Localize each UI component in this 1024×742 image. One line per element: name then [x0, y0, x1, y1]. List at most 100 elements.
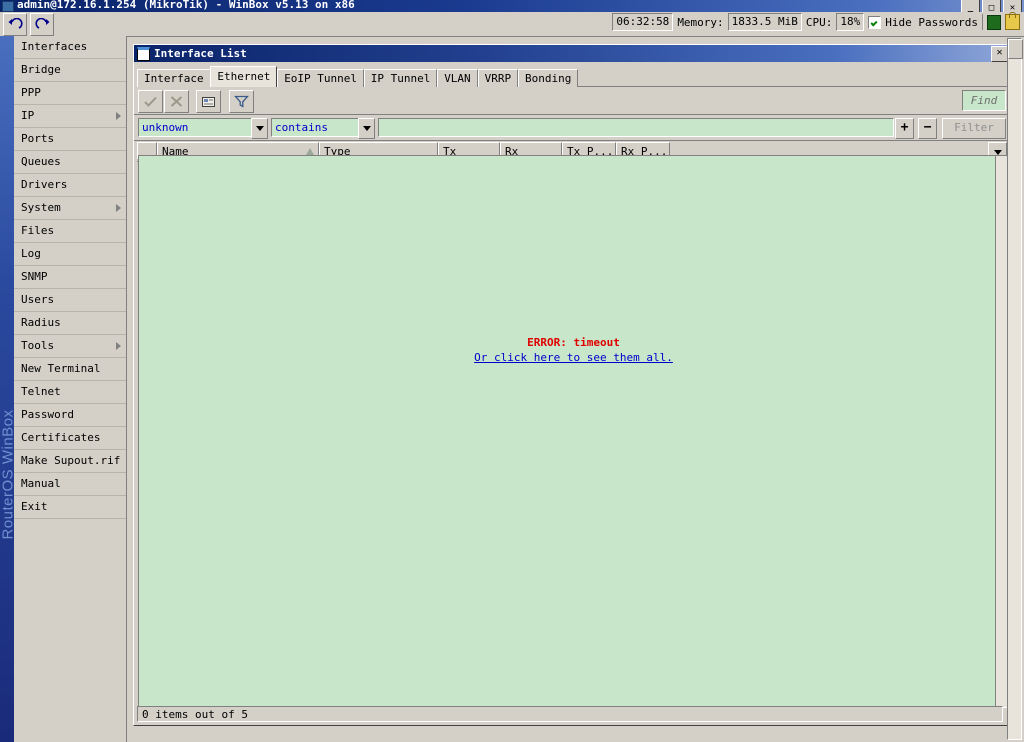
chevron-right-icon [116, 112, 121, 120]
memory-value: 1833.5 MiB [727, 13, 802, 31]
sidebar-item-label: System [21, 201, 61, 214]
sidebar-item-bridge[interactable]: Bridge [14, 59, 126, 82]
window-controls: _ □ ✕ [961, 0, 1022, 12]
cpu-label: CPU: [805, 15, 833, 29]
sidebar-item-manual[interactable]: Manual [14, 473, 126, 496]
comment-button[interactable] [196, 90, 221, 113]
sidebar-item-label: Ports [21, 132, 55, 145]
tab-ip-tunnel[interactable]: IP Tunnel [363, 69, 438, 87]
sidebar-item-label: Telnet [21, 385, 61, 398]
sort-ascending-icon [306, 148, 314, 155]
filter-term-input[interactable] [378, 118, 894, 137]
sidebar-item-radius[interactable]: Radius [14, 312, 126, 335]
sidebar-item-make-supout-rif[interactable]: Make Supout.rif [14, 450, 126, 473]
sidebar-item-users[interactable]: Users [14, 289, 126, 312]
sidebar-item-ip[interactable]: IP [14, 105, 126, 128]
sidebar-item-ports[interactable]: Ports [14, 128, 126, 151]
sidebar-item-ppp[interactable]: PPP [14, 82, 126, 105]
chevron-down-icon [993, 149, 1002, 155]
sidebar-item-label: Radius [21, 316, 61, 329]
tab-bonding[interactable]: Bonding [518, 69, 579, 87]
comment-icon [202, 97, 215, 107]
error-text: ERROR: timeout [527, 336, 620, 349]
main-toolbar: 06:32:58 Memory: 1833.5 MiB CPU: 18% Hid… [0, 12, 1024, 37]
status-indicators: 06:32:58 Memory: 1833.5 MiB CPU: 18% Hid… [612, 12, 1020, 31]
interface-list-window: Interface List ✕ Interface Ethernet EoIP T… [133, 44, 1011, 726]
redo-icon[interactable] [30, 12, 54, 36]
disable-button[interactable] [164, 90, 189, 113]
window-title: admin@172.16.1.254 (MikroTik) - WinBox v… [17, 0, 355, 11]
sidebar-item-interfaces[interactable]: Interfaces [14, 36, 126, 59]
memory-label: Memory: [677, 15, 724, 29]
sidebar-item-label: Password [21, 408, 74, 421]
sidebar-item-label: Queues [21, 155, 61, 168]
sidebar-item-snmp[interactable]: SNMP [14, 266, 126, 289]
sidebar-item-exit[interactable]: Exit [14, 496, 126, 519]
show-all-link[interactable]: Or click here to see them all. [474, 351, 673, 364]
chevron-down-icon [255, 126, 264, 131]
hide-passwords-label: Hide Passwords [885, 15, 978, 29]
sidebar-item-label: New Terminal [21, 362, 101, 375]
sidebar-menu: Interfaces Bridge PPP IP Ports Queues Drivers S… [14, 36, 127, 742]
green-square-icon [987, 14, 1001, 30]
remove-filter-button[interactable]: − [918, 118, 937, 139]
sidebar-item-label: Exit [21, 500, 48, 513]
clock-display: 06:32:58 [612, 13, 674, 31]
app-icon [2, 0, 14, 12]
sidebar-item-files[interactable]: Files [14, 220, 126, 243]
interface-list-body[interactable]: ERROR: timeout Or click here to see them… [138, 155, 1009, 708]
cross-icon [170, 96, 183, 107]
filter-property-dropdown[interactable] [251, 118, 268, 139]
sidebar-item-password[interactable]: Password [14, 404, 126, 427]
interface-window-close-button[interactable]: ✕ [991, 46, 1008, 62]
tab-vlan[interactable]: VLAN [437, 69, 478, 87]
app-scrollbar[interactable] [1007, 38, 1023, 740]
brand-strip: RouterOS WinBox [0, 36, 17, 742]
scrollbar-thumb[interactable] [1008, 39, 1023, 59]
add-filter-button[interactable]: + [895, 118, 914, 139]
sidebar-item-label: Log [21, 247, 41, 260]
sidebar-item-label: Files [21, 224, 55, 237]
sidebar-item-label: Users [21, 293, 55, 306]
sidebar-item-drivers[interactable]: Drivers [14, 174, 126, 197]
toolbar-divider [982, 14, 983, 30]
sidebar-item-label: SNMP [21, 270, 48, 283]
filter-operator-field[interactable]: contains [271, 118, 361, 137]
sidebar-item-certificates[interactable]: Certificates [14, 427, 126, 450]
undo-arrow-glyph [8, 17, 23, 29]
sidebar-item-system[interactable]: System [14, 197, 126, 220]
window-titlebar: admin@172.16.1.254 (MikroTik) - WinBox v… [0, 0, 1024, 12]
filter-operator-dropdown[interactable] [358, 118, 375, 139]
filter-row: unknown contains + − Filter [134, 115, 1010, 141]
sidebar-item-queues[interactable]: Queues [14, 151, 126, 174]
tab-vrrp[interactable]: VRRP [477, 69, 519, 87]
enable-button[interactable] [138, 90, 163, 113]
checkmark-icon [144, 96, 157, 107]
sidebar-item-telnet[interactable]: Telnet [14, 381, 126, 404]
maximize-button[interactable]: □ [982, 0, 1001, 12]
tab-eoip-tunnel[interactable]: EoIP Tunnel [277, 69, 365, 87]
winbox-app: admin@172.16.1.254 (MikroTik) - WinBox v… [0, 0, 1024, 742]
close-button[interactable]: ✕ [1003, 0, 1022, 12]
interface-window-titlebar: Interface List ✕ [134, 45, 1010, 62]
sidebar-item-label: IP [21, 109, 35, 122]
sidebar-item-label: Tools [21, 339, 55, 352]
undo-icon[interactable] [3, 12, 27, 36]
funnel-icon [234, 95, 249, 108]
sidebar-item-label: Certificates [21, 431, 101, 444]
sidebar-item-label: Drivers [21, 178, 68, 191]
filter-property-field[interactable]: unknown [138, 118, 254, 137]
minimize-button[interactable]: _ [961, 0, 980, 12]
tab-interface[interactable]: Interface [137, 69, 211, 87]
redo-arrow-glyph [34, 17, 49, 29]
tab-ethernet[interactable]: Ethernet [210, 66, 278, 87]
sidebar-item-log[interactable]: Log [14, 243, 126, 266]
sidebar-item-tools[interactable]: Tools [14, 335, 126, 358]
lock-icon[interactable] [1005, 12, 1020, 30]
sidebar-item-new-terminal[interactable]: New Terminal [14, 358, 126, 381]
hide-passwords-checkbox[interactable] [868, 15, 882, 29]
list-message: ERROR: timeout Or click here to see them… [139, 336, 1008, 364]
filter-button[interactable] [229, 90, 254, 113]
find-field[interactable]: Find [962, 90, 1006, 111]
apply-filter-button[interactable]: Filter [942, 118, 1006, 139]
